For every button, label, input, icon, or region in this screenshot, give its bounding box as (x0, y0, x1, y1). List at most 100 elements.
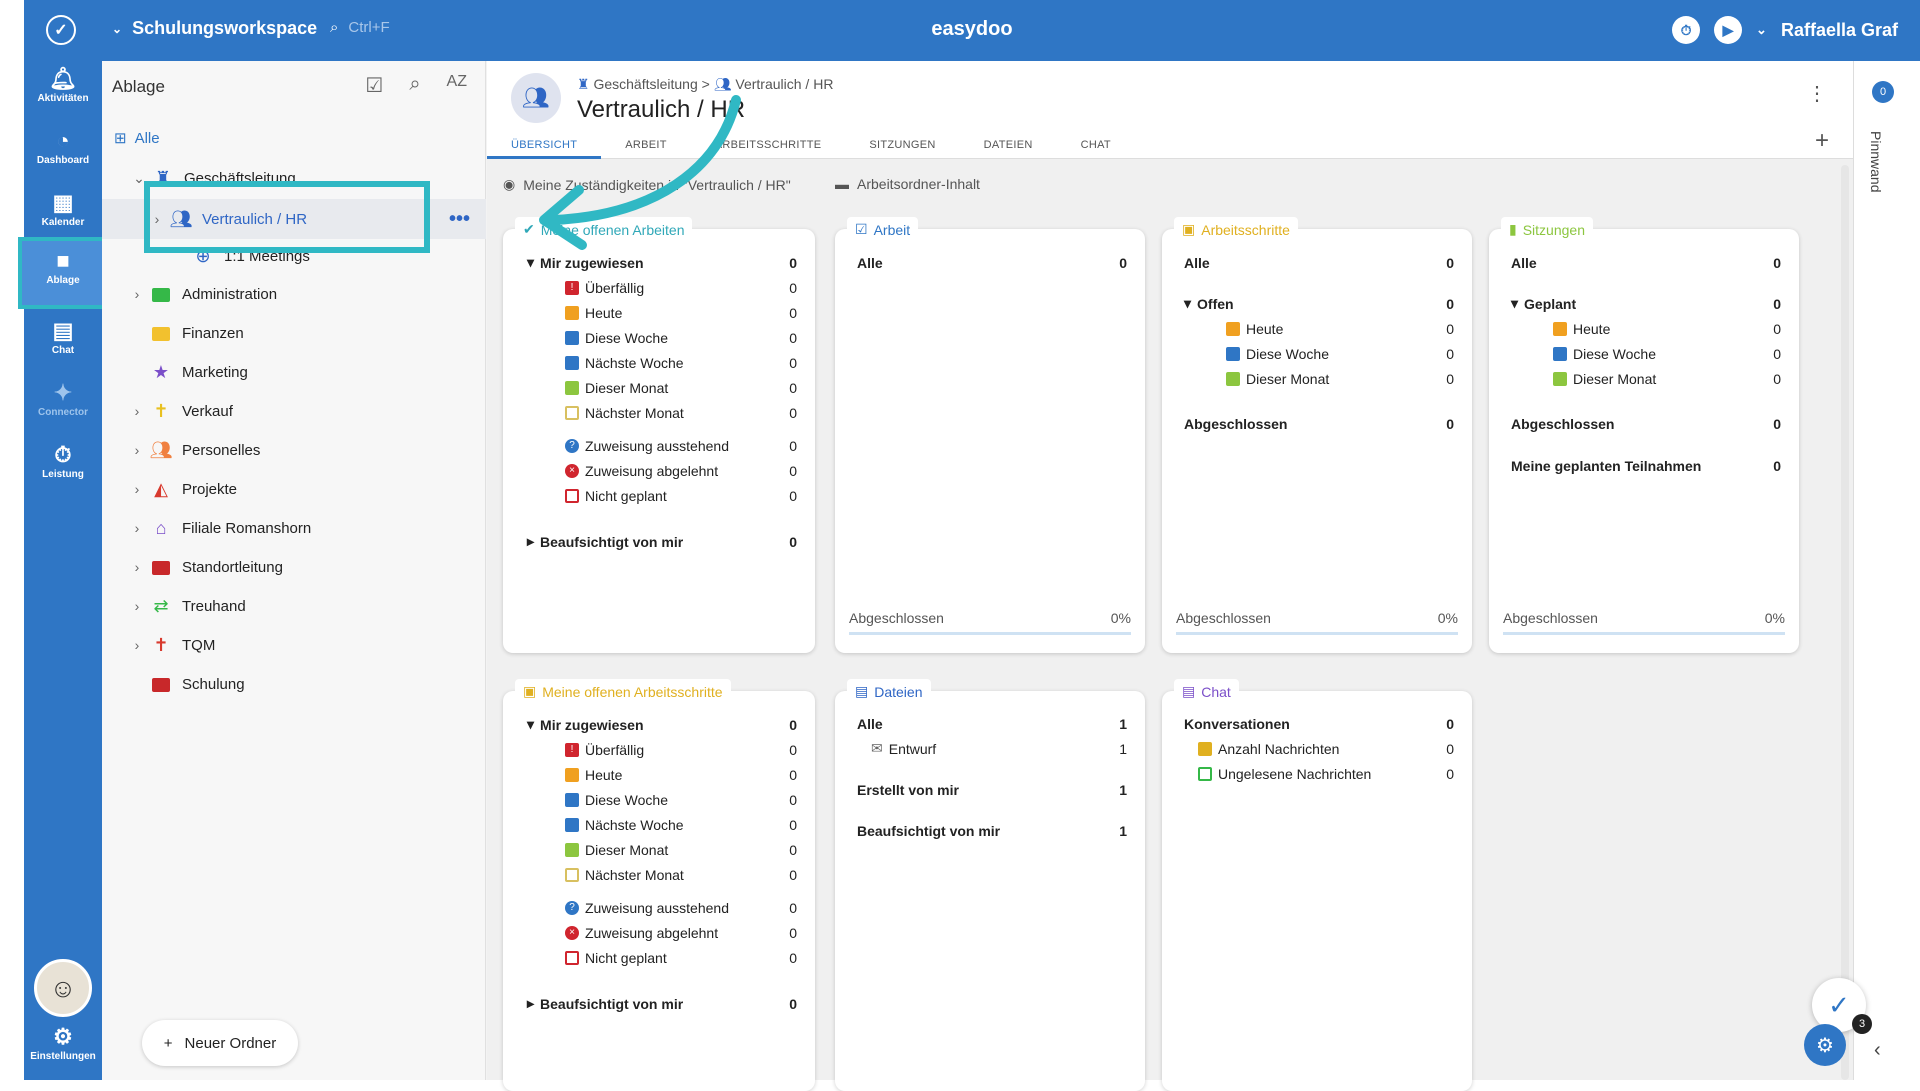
tab-arbeitsschritte[interactable]: ARBEITSSCHRITTE (691, 134, 846, 159)
more-icon[interactable]: ••• (449, 208, 470, 231)
list-item[interactable]: Nicht geplant 0 (503, 483, 815, 508)
user-name[interactable]: Raffaella Graf (1781, 20, 1898, 41)
list-item[interactable]: Dieser Monat 0 (1162, 366, 1472, 391)
list-item[interactable]: Anzahl Nachrichten 0 (1162, 736, 1472, 761)
list-item[interactable]: ! Überfällig 0 (503, 275, 815, 300)
list-item[interactable]: Abgeschlossen 0 (1489, 411, 1799, 436)
breadcrumb-current[interactable]: Vertraulich / HR (735, 76, 833, 92)
chevron-right-icon[interactable]: › (126, 481, 148, 497)
list-item[interactable]: Diese Woche 0 (1162, 341, 1472, 366)
card-title[interactable]: ▣ Arbeitsschritte (1174, 217, 1298, 242)
chevron-right-icon[interactable]: › (126, 598, 148, 614)
workspace-switcher[interactable]: ⌄ Schulungsworkspace (112, 18, 317, 39)
nav-aktivitaeten[interactable]: 🔔︎ Aktivitäten (24, 65, 102, 121)
chevron-right-icon[interactable]: › (126, 403, 148, 419)
tree-item-finanzen[interactable]: Finanzen (102, 314, 486, 352)
tree-item-1-1-meetings[interactable]: ⊕ 1:1 Meetings (102, 241, 486, 271)
list-item[interactable]: Dieser Monat 0 (503, 837, 815, 862)
list-item[interactable]: ▾ Geplant 0 (1489, 291, 1799, 316)
chevron-right-icon[interactable]: › (126, 286, 148, 302)
list-item[interactable]: Alle 0 (835, 250, 1145, 275)
tab-arbeit[interactable]: ARBEIT (601, 134, 691, 159)
card-title[interactable]: ☑ Arbeit (847, 217, 919, 242)
card-title[interactable]: ▤ Dateien (847, 679, 931, 704)
list-item[interactable]: Diese Woche 0 (503, 325, 815, 350)
card-title[interactable]: ▣ Meine offenen Arbeitsschritte (515, 679, 731, 704)
tree-item-standortleitung[interactable]: › Standortleitung (102, 548, 486, 586)
tree-item-schulung[interactable]: Schulung (102, 665, 486, 703)
chevron-right-icon[interactable]: › (126, 559, 148, 575)
nav-einstellungen[interactable]: ⚙ Einstellungen (24, 1023, 102, 1079)
list-item[interactable]: ? Zuweisung ausstehend 0 (503, 895, 815, 920)
tree-item-tqm[interactable]: › ✝ TQM (102, 626, 486, 664)
list-item[interactable]: Konversationen 0 (1162, 711, 1472, 736)
nav-leistung[interactable]: ⏱ Leistung (24, 441, 102, 497)
list-item[interactable]: Dieser Monat 0 (503, 375, 815, 400)
sort-az-icon[interactable]: AZ (447, 73, 467, 98)
nav-dashboard[interactable]: ◔ Dashboard (24, 127, 102, 183)
card-title[interactable]: ▮ Sitzungen (1501, 217, 1593, 242)
tree-item-verkauf[interactable]: › ✝ Verkauf (102, 392, 486, 430)
list-item[interactable]: Heute 0 (1162, 316, 1472, 341)
list-item[interactable]: Nächster Monat 0 (503, 862, 815, 887)
list-item[interactable]: Meine geplanten Teilnahmen 0 (1489, 453, 1799, 478)
tab-uebersicht[interactable]: ÜBERSICHT (487, 134, 602, 159)
chevron-right-icon[interactable]: › (146, 211, 168, 227)
tree-item-vertraulich-hr[interactable]: › 👥︎ Vertraulich / HR ••• (102, 199, 486, 239)
card-title[interactable]: ✔ Meine offenen Arbeiten (515, 217, 693, 242)
play-icon[interactable]: ▶ (1714, 16, 1743, 44)
list-item[interactable]: ▸ Beaufsichtigt von mir 0 (503, 529, 815, 554)
card-title[interactable]: ▤ Chat (1174, 679, 1239, 704)
add-icon[interactable]: + (1815, 127, 1829, 155)
list-item[interactable]: × Zuweisung abgelehnt 0 (503, 458, 815, 483)
chevron-right-icon[interactable]: › (126, 520, 148, 536)
nav-ablage[interactable]: ■ Ablage (18, 237, 108, 309)
chevron-left-icon[interactable]: ‹ (1874, 1039, 1881, 1062)
checklist-icon[interactable]: ☑ (365, 73, 383, 98)
nav-connector[interactable]: ✦ Connector (24, 379, 102, 435)
pinnwand-badge[interactable]: 0 (1872, 81, 1894, 103)
list-item[interactable]: Diese Woche 0 (1489, 341, 1799, 366)
list-item[interactable]: ? Zuweisung ausstehend 0 (503, 433, 815, 458)
list-item[interactable]: ▾ Mir zugewiesen 0 (503, 250, 815, 275)
tab-sitzungen[interactable]: SITZUNGEN (845, 134, 959, 159)
list-item[interactable]: Nächste Woche 0 (503, 812, 815, 837)
list-item[interactable]: ▸ Beaufsichtigt von mir 0 (503, 991, 815, 1016)
scrollbar[interactable] (1841, 165, 1849, 1080)
list-item[interactable]: Erstellt von mir 1 (835, 777, 1145, 802)
list-item[interactable]: ✉ Entwurf 1 (835, 736, 1145, 761)
filter-all[interactable]: ⊞ Alle (114, 129, 160, 148)
list-item[interactable]: Alle 0 (1162, 250, 1472, 275)
breadcrumb-parent[interactable]: Geschäftsleitung (593, 76, 697, 92)
list-item[interactable]: Nicht geplant 0 (503, 945, 815, 970)
app-logo-icon[interactable]: ✓ (46, 15, 76, 45)
list-item[interactable]: Alle 1 (835, 711, 1145, 736)
list-item[interactable]: Beaufsichtigt von mir 1 (835, 818, 1145, 843)
tree-item-treuhand[interactable]: › ⇄ Treuhand (102, 587, 486, 625)
chevron-right-icon[interactable]: › (126, 442, 148, 458)
search-icon[interactable]: ⌕ (409, 73, 420, 98)
settings-fab-icon[interactable]: ⚙ (1804, 1024, 1846, 1066)
list-item[interactable]: Abgeschlossen 0 (1162, 411, 1472, 436)
list-item[interactable]: Dieser Monat 0 (1489, 366, 1799, 391)
tab-dateien[interactable]: DATEIEN (960, 134, 1057, 159)
chevron-down-icon[interactable]: ⌄ (1756, 22, 1767, 38)
tab-chat[interactable]: CHAT (1057, 134, 1135, 159)
pinnwand-label[interactable]: Pinnwand (1868, 131, 1884, 193)
tree-item-geschaeftsleitung[interactable]: ⌄ ♜ Geschäftsleitung (102, 159, 486, 197)
list-item[interactable]: Nächste Woche 0 (503, 350, 815, 375)
list-item[interactable]: Ungelesene Nachrichten 0 (1162, 761, 1472, 786)
tree-item-administration[interactable]: › Administration (102, 275, 486, 313)
list-item[interactable]: Diese Woche 0 (503, 787, 815, 812)
list-item[interactable]: Nächster Monat 0 (503, 400, 815, 425)
list-item[interactable]: × Zuweisung abgelehnt 0 (503, 920, 815, 945)
list-item[interactable]: ! Überfällig 0 (503, 737, 815, 762)
more-vertical-icon[interactable]: ⋮ (1807, 81, 1827, 106)
list-item[interactable]: Heute 0 (503, 762, 815, 787)
chevron-right-icon[interactable]: › (126, 637, 148, 653)
new-folder-button[interactable]: + Neuer Ordner (142, 1020, 298, 1066)
global-search[interactable]: ⌕ Ctrl+F (330, 19, 390, 36)
tree-item-marketing[interactable]: ★ Marketing (102, 353, 486, 391)
list-item[interactable]: ▾ Offen 0 (1162, 291, 1472, 316)
list-item[interactable]: ▾ Mir zugewiesen 0 (503, 712, 815, 737)
